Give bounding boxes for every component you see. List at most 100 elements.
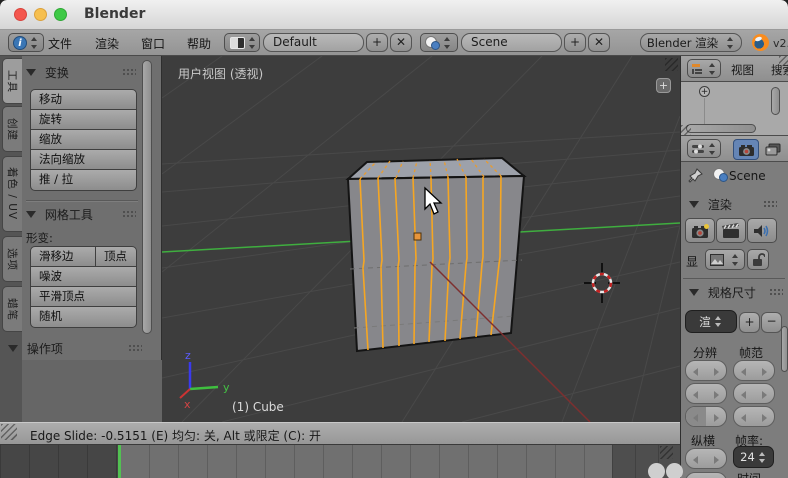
dimensions-panel-header[interactable]: 规格尺寸 xyxy=(689,284,756,301)
randomize-button[interactable]: 随机 xyxy=(30,306,137,328)
render-panel-header[interactable]: 渲染 xyxy=(689,196,732,213)
scene-browse-button[interactable] xyxy=(420,33,458,52)
tab-shading-uv[interactable]: 着色 / UV xyxy=(2,156,22,232)
resolution-percentage-slider[interactable] xyxy=(685,406,727,427)
edge-slide-button[interactable]: 滑移边 xyxy=(30,246,96,267)
aspect-x-stepper[interactable] xyxy=(685,448,727,469)
3d-viewport[interactable]: z y x 用户视图 (透视) (1) Cube + xyxy=(162,56,680,422)
frame-step-stepper[interactable] xyxy=(733,406,775,427)
tool-shelf-scrollbar[interactable] xyxy=(142,60,152,334)
axis-y-label: y xyxy=(223,381,230,394)
outliner-view-menu[interactable]: 视图 xyxy=(731,62,754,78)
add-preset-button[interactable]: + xyxy=(739,312,760,333)
display-mode-dropdown[interactable] xyxy=(705,249,745,270)
close-window-button[interactable] xyxy=(14,8,27,21)
delete-scene-button[interactable]: ✕ xyxy=(588,33,610,52)
scene-name-field[interactable]: Scene xyxy=(461,33,562,52)
panel-drag-dots[interactable] xyxy=(769,288,783,296)
region-split-corner[interactable] xyxy=(660,446,673,459)
menu-window[interactable]: 窗口 xyxy=(141,35,165,52)
menu-file[interactable]: 文件 xyxy=(48,35,72,52)
outliner-tree[interactable]: + xyxy=(681,82,788,136)
smooth-vertex-button[interactable]: 平滑顶点 xyxy=(30,286,137,307)
render-engine-dropdown[interactable]: Blender 渲染 xyxy=(640,33,742,52)
region-split-corner[interactable] xyxy=(665,58,678,71)
menu-help[interactable]: 帮助 xyxy=(187,35,211,52)
remove-preset-button[interactable]: − xyxy=(761,312,782,333)
region-split-corner[interactable] xyxy=(681,125,691,135)
add-layout-button[interactable]: + xyxy=(366,33,388,52)
reopen-properties-region-button[interactable]: + xyxy=(656,78,671,93)
screen-layout-name-field[interactable]: Default xyxy=(263,33,364,52)
panel-drag-dots[interactable] xyxy=(122,210,136,218)
frame-end-stepper[interactable] xyxy=(733,383,775,404)
chevron-updown-icon xyxy=(715,316,723,327)
render-still-button[interactable] xyxy=(685,218,715,243)
frame-start-stepper[interactable] xyxy=(733,360,775,381)
context-breadcrumb[interactable]: Scene xyxy=(729,169,766,183)
noise-button[interactable]: 噪波 xyxy=(30,266,137,287)
cube-object[interactable] xyxy=(348,158,524,351)
screen-layout-browse-button[interactable] xyxy=(224,33,260,52)
tab-render-properties[interactable] xyxy=(733,139,759,160)
tab-render-layers-properties[interactable] xyxy=(761,139,785,160)
outliner-hscrollbar[interactable] xyxy=(686,124,756,133)
properties-scrollbar[interactable] xyxy=(781,326,788,372)
current-frame-marker[interactable] xyxy=(118,445,121,478)
timeline-scroll-handle[interactable] xyxy=(648,463,665,478)
translate-button[interactable]: 移动 xyxy=(30,89,137,110)
panel-drag-dots[interactable] xyxy=(763,200,777,208)
editor-type-button-info[interactable]: i xyxy=(8,33,44,52)
aspect-y-stepper[interactable] xyxy=(685,472,727,478)
tab-tools[interactable]: 工具 xyxy=(2,58,22,104)
collapse-arrow-icon xyxy=(26,69,36,76)
panel-drag-dots[interactable] xyxy=(128,344,142,352)
tree-line xyxy=(704,98,705,124)
chevron-updown-icon xyxy=(726,37,735,49)
collapse-arrow-icon xyxy=(26,211,36,218)
render-audio-button[interactable] xyxy=(747,218,777,243)
window-title: Blender xyxy=(84,6,145,22)
tab-create[interactable]: 创建 xyxy=(2,106,22,152)
operator-panel-header[interactable]: 操作项 xyxy=(8,340,63,357)
transform-panel-header[interactable]: 变换 xyxy=(26,64,69,81)
minimize-window-button[interactable] xyxy=(34,8,47,21)
tab-grease-pencil[interactable]: 蜡笔 xyxy=(2,286,22,332)
timeline-editor[interactable] xyxy=(0,445,680,478)
tab-options[interactable]: 选项 xyxy=(2,236,22,282)
scale-button[interactable]: 缩放 xyxy=(30,129,137,150)
render-camera-icon xyxy=(738,143,755,157)
region-split-corner[interactable] xyxy=(1,424,17,440)
time-label: 时间 xyxy=(737,470,761,478)
expand-icon[interactable]: + xyxy=(699,86,710,97)
scene-icon xyxy=(713,168,728,181)
lock-interface-button[interactable] xyxy=(747,249,769,270)
zoom-window-button[interactable] xyxy=(54,8,67,21)
region-split-corner[interactable] xyxy=(779,56,788,66)
pin-icon[interactable] xyxy=(688,168,703,183)
outliner-vscrollbar[interactable] xyxy=(771,87,780,115)
push-pull-button[interactable]: 推 / 拉 xyxy=(30,169,137,191)
title-bar: Blender xyxy=(0,0,788,30)
shrink-fatten-button[interactable]: 法向缩放 xyxy=(30,149,137,170)
outliner-icon xyxy=(691,63,705,75)
render-preset-dropdown[interactable]: 渲 xyxy=(685,310,737,333)
mesh-tools-panel-header[interactable]: 网格工具 xyxy=(26,206,93,223)
resolution-y-stepper[interactable] xyxy=(685,383,727,404)
active-object-label: (1) Cube xyxy=(232,400,284,414)
add-scene-button[interactable]: + xyxy=(564,33,586,52)
render-animation-button[interactable] xyxy=(716,218,746,243)
delete-layout-button[interactable]: ✕ xyxy=(390,33,412,52)
editor-type-button-outliner[interactable] xyxy=(687,59,721,78)
panel-drag-dots[interactable] xyxy=(122,68,136,76)
vertex-slide-button[interactable]: 顶点 xyxy=(95,246,137,267)
timeline-scroll-handle[interactable] xyxy=(666,463,683,478)
resolution-x-stepper[interactable] xyxy=(685,360,727,381)
editor-type-button-properties[interactable] xyxy=(687,139,721,158)
properties-icon xyxy=(691,143,705,155)
fps-dropdown[interactable]: 24 xyxy=(733,446,774,468)
axis-mini-gizmo: z y x xyxy=(180,349,230,411)
menu-render[interactable]: 渲染 xyxy=(95,35,119,52)
operator-status-bar: Edge Slide: -0.5151 (E) 均匀: 关, Alt 或限定 (… xyxy=(0,422,680,445)
rotate-button[interactable]: 旋转 xyxy=(30,109,137,130)
